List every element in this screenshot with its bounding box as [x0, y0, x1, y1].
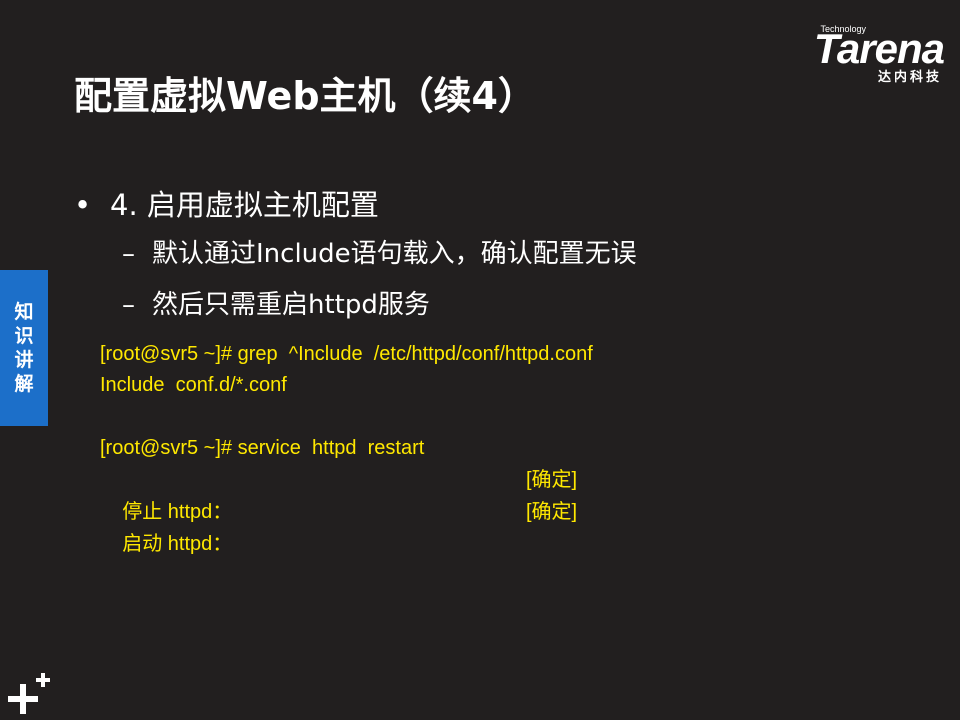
side-tab-char: 知 [14, 301, 34, 323]
sub-item-text: 默认通过Include语句载入，确认配置无误 [152, 239, 637, 269]
sub-item: – 然后只需重启httpd服务 [122, 284, 430, 321]
sub-item: – 默认通过Include语句载入，确认配置无误 [122, 233, 637, 270]
code-line: [root@svr5 ~]# grep ^Include /etc/httpd/… [100, 343, 593, 365]
logo-chinese-name: 达内科技 [877, 70, 942, 85]
bullet-item: • 4. 启用虚拟主机配置 [74, 182, 379, 224]
side-tab-knowledge: 知 识 讲 解 [0, 270, 48, 426]
side-tab-char: 解 [14, 373, 34, 395]
slide: Technology Tarena 达内科技 配置虚拟Web主机（续4） 知 识… [0, 0, 960, 720]
code-line: 启动 httpd： [确定] [100, 496, 577, 624]
bullet-text: 4. 启用虚拟主机配置 [110, 188, 379, 222]
bullet-marker: • [74, 188, 92, 222]
tarena-logo: Technology Tarena 达内科技 [784, 22, 945, 85]
sub-item-marker: – [122, 239, 135, 269]
side-tab-char: 讲 [14, 349, 34, 371]
code-line: [root@svr5 ~]# service httpd restart [100, 437, 425, 459]
status-ok: [确定] [526, 469, 578, 491]
code-line: Include conf.d/*.conf [100, 374, 287, 396]
plus-plus-icon [8, 673, 50, 714]
sub-item-marker: – [122, 290, 135, 320]
sub-item-text: 然后只需重启httpd服务 [152, 290, 430, 320]
side-tab-char: 识 [14, 325, 34, 347]
status-ok: [确定] [526, 501, 578, 523]
page-title: 配置虚拟Web主机（续4） [74, 74, 536, 118]
code-line-text: 启动 httpd： [122, 533, 233, 555]
logo-wordmark: Tarena [813, 25, 945, 72]
